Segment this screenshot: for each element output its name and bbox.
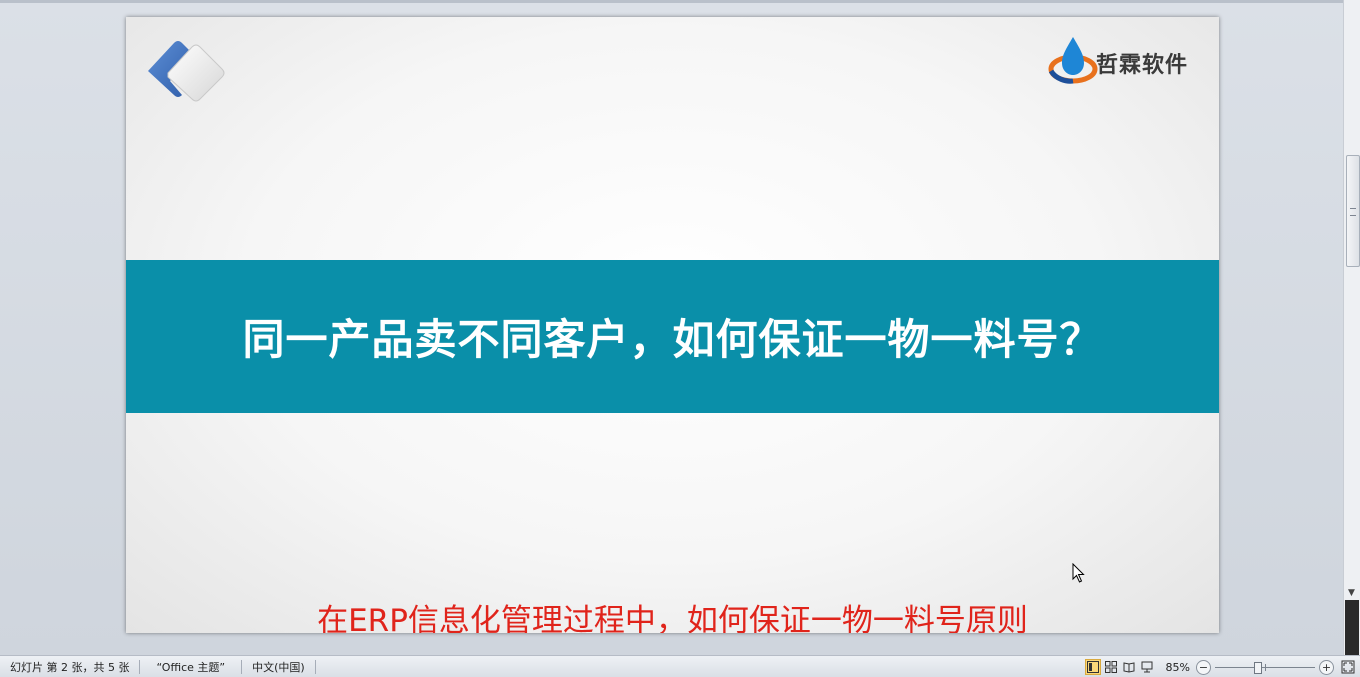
slide-sorter-icon[interactable] [1103,659,1119,675]
mouse-pointer-icon [1072,563,1085,583]
diamond-decoration-icon [148,41,225,102]
grip-icon [1350,208,1356,216]
vertical-scrollbar[interactable]: ▼ [1343,0,1360,655]
theme-name[interactable]: “Office 主题” [140,656,241,677]
ribbon-edge [0,0,1343,3]
scrollbar-thumb[interactable] [1346,155,1360,267]
slide-title[interactable]: 同一产品卖不同客户，如何保证一物一料号？ [242,306,1102,367]
slideshow-icon[interactable] [1139,659,1155,675]
language-indicator[interactable]: 中文(中国) [242,656,315,677]
zoom-slider-knob[interactable] [1253,661,1262,674]
page-nav-buttons[interactable] [1345,600,1359,655]
zoom-in-button[interactable]: + [1319,659,1334,675]
company-logo-text: 哲霖软件 [1096,53,1189,78]
zoom-out-button[interactable]: − [1196,659,1211,675]
view-zoom-controls: 85% − + [1084,656,1360,677]
status-bar: 幻灯片 第 2 张，共 5 张 “Office 主题” 中文(中国) 85% −… [0,655,1360,677]
slide-canvas[interactable]: 哲霖软件 同一产品卖不同客户，如何保证一物一料号？ 在ERP信息化管理过程中，如… [126,17,1219,633]
zoom-percentage[interactable]: 85% [1166,661,1190,674]
normal-view-icon[interactable] [1084,659,1101,675]
caption-subtitle: 在ERP信息化管理过程中，如何保证一物一料号原则 [317,603,1028,633]
reading-view-icon[interactable] [1121,659,1137,675]
scroll-down-arrow-icon[interactable]: ▼ [1348,588,1355,598]
slide-number-info: 幻灯片 第 2 张，共 5 张 [10,661,130,674]
title-band: 同一产品卖不同客户，如何保证一物一料号？ [126,260,1219,413]
fit-window-icon[interactable] [1340,659,1356,675]
zoom-slider[interactable] [1215,661,1315,674]
